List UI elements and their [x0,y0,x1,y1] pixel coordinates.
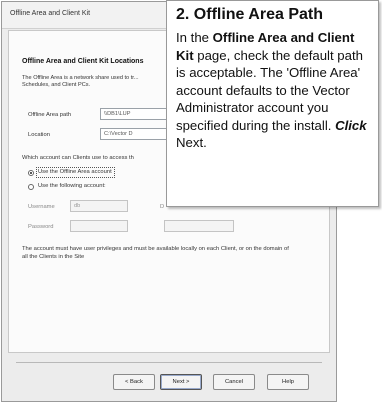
password-label: Password [28,224,54,230]
callout-body: In the Offline Area and Client Kit page,… [176,29,374,152]
following-account-radio-label[interactable]: Use the following account: [38,183,106,189]
next-button[interactable]: Next > [160,374,202,390]
callout-title: 2. Offline Area Path [176,6,323,23]
account-question-label: Which account can Clients use to access … [22,155,134,161]
page-heading: Offline Area and Client Kit Locations [22,58,144,65]
confirm-password-field[interactable] [164,220,234,232]
username-label: Username [28,204,55,210]
offline-area-path-field[interactable]: \\DB1\LUP [100,108,170,120]
callout-text-1: In the [176,30,213,45]
callout-text-click: Click [335,117,367,133]
offline-account-radio[interactable] [28,170,34,176]
password-field[interactable] [70,220,128,232]
page-description: The Offline Area is a network share used… [22,75,139,88]
back-button[interactable]: < Back [113,374,155,390]
cancel-button[interactable]: Cancel [213,374,255,390]
location-field[interactable]: C:\Vector D [100,128,170,140]
dialog-title: Offline Area and Client Kit [10,10,91,17]
following-account-radio[interactable] [28,184,34,190]
footer-separator [16,362,322,363]
username-field[interactable]: db [70,200,128,212]
offline-account-radio-label[interactable]: Use the Offline Area account [38,169,112,175]
offline-area-path-label: Offline Area path [28,112,72,118]
location-label: Location [28,132,50,138]
help-button[interactable]: Help [267,374,309,390]
instruction-callout: 2. Offline Area Path In the Offline Area… [166,0,379,207]
callout-text-3: Next. [176,135,207,150]
account-note: The account must have user privileges an… [22,246,289,260]
domain-label: D [160,204,165,210]
